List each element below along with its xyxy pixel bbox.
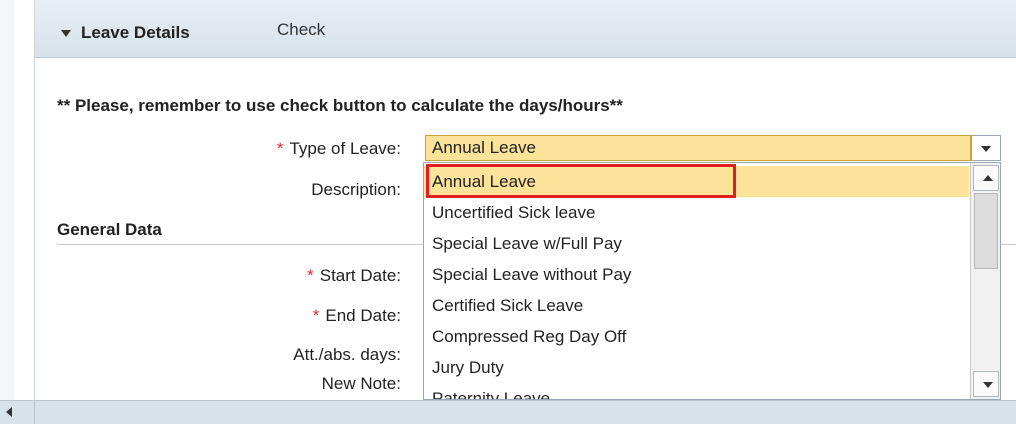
leave-details-toggle[interactable]: Leave Details (61, 23, 190, 43)
horizontal-scrollbar[interactable] (0, 400, 1016, 424)
chevron-down-icon (983, 382, 993, 388)
general-data-title: General Data (57, 220, 162, 239)
chevron-up-icon (983, 175, 993, 181)
type-of-leave-dropdown-button[interactable] (971, 135, 1001, 161)
selection-highlight-box (426, 164, 736, 198)
option-special-leave-without-pay[interactable]: Special Leave without Pay (424, 259, 969, 290)
end-date-label: * End Date: (312, 306, 401, 325)
scroll-down-button[interactable] (973, 371, 999, 397)
option-certified-sick-leave[interactable]: Certified Sick Leave (424, 290, 969, 321)
required-marker: * (312, 306, 320, 325)
scroll-thumb[interactable] (974, 193, 998, 269)
type-of-leave-label: * Type of Leave: (276, 139, 401, 158)
scrollbar-divider (34, 401, 35, 424)
option-jury-duty[interactable]: Jury Duty (424, 352, 969, 383)
dropdown-scrollbar[interactable] (970, 163, 1000, 399)
check-reminder-notice: ** Please, remember to use check button … (57, 96, 623, 115)
check-button[interactable]: Check (277, 20, 325, 40)
leave-type-dropdown-list: Annual Leave Uncertified Sick leave Spec… (423, 162, 1001, 400)
description-label: Description: (311, 180, 401, 199)
option-paternity-leave[interactable]: Paternity Leave (424, 383, 969, 399)
required-marker: * (307, 266, 314, 285)
type-of-leave-select[interactable]: Annual Leave (425, 135, 971, 161)
left-gutter (0, 0, 14, 423)
att-abs-days-label: Att./abs. days: (293, 345, 401, 364)
option-compressed-reg-day-off[interactable]: Compressed Reg Day Off (424, 321, 969, 352)
scroll-up-button[interactable] (973, 165, 999, 191)
chevron-left-icon[interactable] (6, 407, 12, 417)
triangle-down-icon (61, 29, 71, 37)
option-uncertified-sick-leave[interactable]: Uncertified Sick leave (424, 197, 969, 228)
start-date-label: * Start Date: (307, 266, 401, 285)
required-marker: * (276, 139, 284, 158)
panel-title: Leave Details (81, 23, 190, 42)
chevron-down-icon (981, 146, 991, 152)
leave-details-panel: Leave Details Check ** Please, remember … (34, 0, 1016, 423)
option-special-leave-full-pay[interactable]: Special Leave w/Full Pay (424, 228, 969, 259)
panel-header: Leave Details Check (35, 0, 1016, 58)
new-note-label: New Note: (321, 374, 401, 393)
